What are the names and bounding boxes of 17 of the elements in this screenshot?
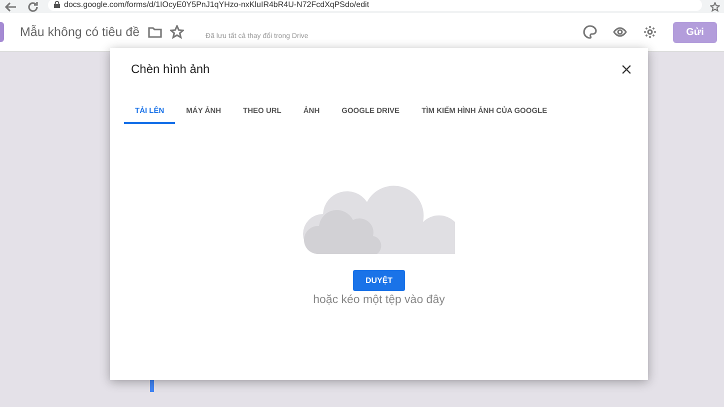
back-icon[interactable] bbox=[4, 0, 18, 14]
folder-icon[interactable] bbox=[148, 25, 162, 39]
form-accent-bar bbox=[0, 22, 4, 42]
drop-hint: hoặc kéo một tệp vào đây bbox=[313, 294, 445, 306]
form-title[interactable]: Mẫu không có tiêu đề bbox=[20, 25, 140, 39]
browse-button[interactable]: DUYỆT bbox=[353, 270, 405, 291]
close-icon[interactable] bbox=[621, 64, 632, 74]
palette-icon[interactable] bbox=[583, 25, 597, 39]
address-bar[interactable]: docs.google.com/forms/d/1IOcyE0Y5PnJ1qYHzo-nxKluIR4bR4U-N72FcdXqPSdo/edit bbox=[48, 0, 702, 10]
settings-icon[interactable] bbox=[643, 25, 657, 39]
dialog-title: Chèn hình ảnh bbox=[131, 62, 210, 76]
star-icon[interactable] bbox=[170, 25, 184, 39]
reload-icon[interactable] bbox=[26, 0, 40, 14]
lock-icon bbox=[54, 1, 60, 8]
form-card-edge bbox=[150, 380, 154, 392]
eye-icon[interactable] bbox=[613, 25, 627, 39]
star-icon[interactable] bbox=[710, 2, 720, 12]
